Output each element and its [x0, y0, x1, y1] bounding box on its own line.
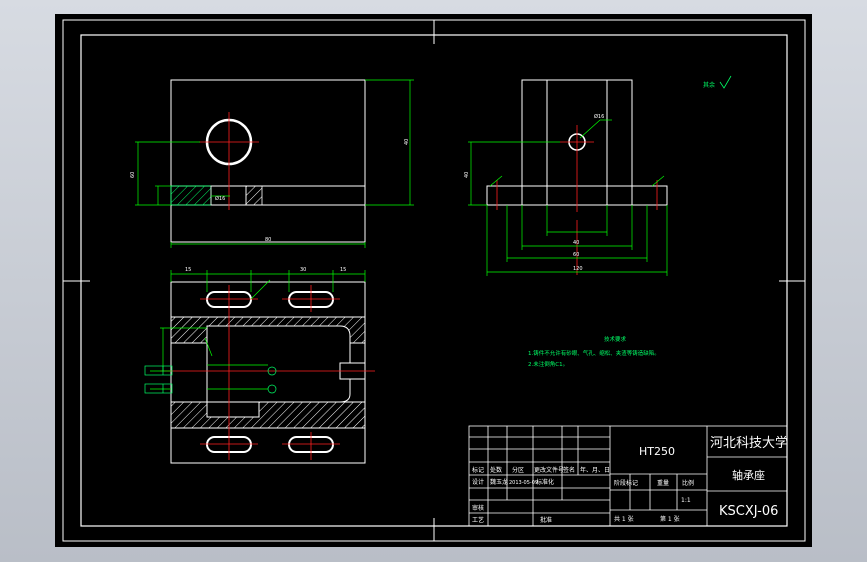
- cad-viewport: 60 40 80 Ø16 40 120 60 40 Ø16 其余 15 30 1…: [0, 0, 867, 562]
- label-review: 审核: [472, 504, 484, 512]
- label-stage-mark: 阶段标记: [614, 479, 638, 487]
- label-date: 年、月、日: [580, 466, 610, 474]
- front-height-dim: 60: [130, 172, 136, 178]
- university-name: 河北科技大学: [710, 435, 788, 451]
- label-ratio: 比例: [682, 479, 694, 487]
- side-total-dim: 120: [573, 266, 583, 272]
- label-standard: 标准化: [536, 478, 554, 486]
- part-name: 轴承座: [732, 468, 765, 482]
- label-sheets: 共 1 张: [614, 515, 634, 523]
- label-signature: 签名: [563, 466, 575, 474]
- svg-text:1.铸件不允许有砂眼、气孔、缩松、夹渣等铸造缺陷。: 1.铸件不允许有砂眼、气孔、缩松、夹渣等铸造缺陷。: [528, 349, 660, 357]
- front-width-dim: 80: [265, 237, 271, 243]
- label-change-doc: 更改文件号: [534, 466, 564, 474]
- svg-text:其余: 其余: [703, 81, 715, 89]
- svg-text:技术要求: 技术要求: [604, 335, 627, 343]
- sheet-background: [55, 14, 812, 547]
- label-count: 处数: [490, 466, 502, 474]
- label-process: 工艺: [472, 516, 484, 524]
- plan-left-dim: 15: [185, 267, 191, 273]
- plan-mid-dim: 30: [300, 267, 306, 273]
- material-label: HT250: [639, 445, 675, 458]
- front-hole-dim: Ø16: [215, 195, 225, 202]
- side-inner-dim: 40: [573, 240, 579, 246]
- label-weight: 重量: [657, 479, 669, 487]
- label-approve: 批准: [540, 516, 552, 524]
- label-mark: 标记: [472, 466, 484, 474]
- front-right-dim: 40: [404, 139, 410, 145]
- plan-right-dim: 15: [340, 267, 346, 273]
- scale-value: 1:1: [681, 497, 691, 504]
- label-sheet-no: 第 1 张: [660, 515, 680, 523]
- side-height-dim: 40: [464, 172, 470, 178]
- label-zone: 分区: [512, 466, 524, 474]
- designer-name: 魏玉龙: [490, 478, 508, 486]
- design-date: 2013-05-09: [509, 480, 538, 486]
- svg-text:2.未注倒角C1。: 2.未注倒角C1。: [528, 360, 568, 368]
- drawing-number: KSCXJ-06: [719, 504, 778, 519]
- side-mid-dim: 60: [573, 252, 579, 258]
- engineering-drawing: 60 40 80 Ø16 40 120 60 40 Ø16 其余 15 30 1…: [55, 14, 812, 547]
- side-hole-dim: Ø16: [594, 113, 604, 120]
- label-design: 设计: [472, 478, 484, 486]
